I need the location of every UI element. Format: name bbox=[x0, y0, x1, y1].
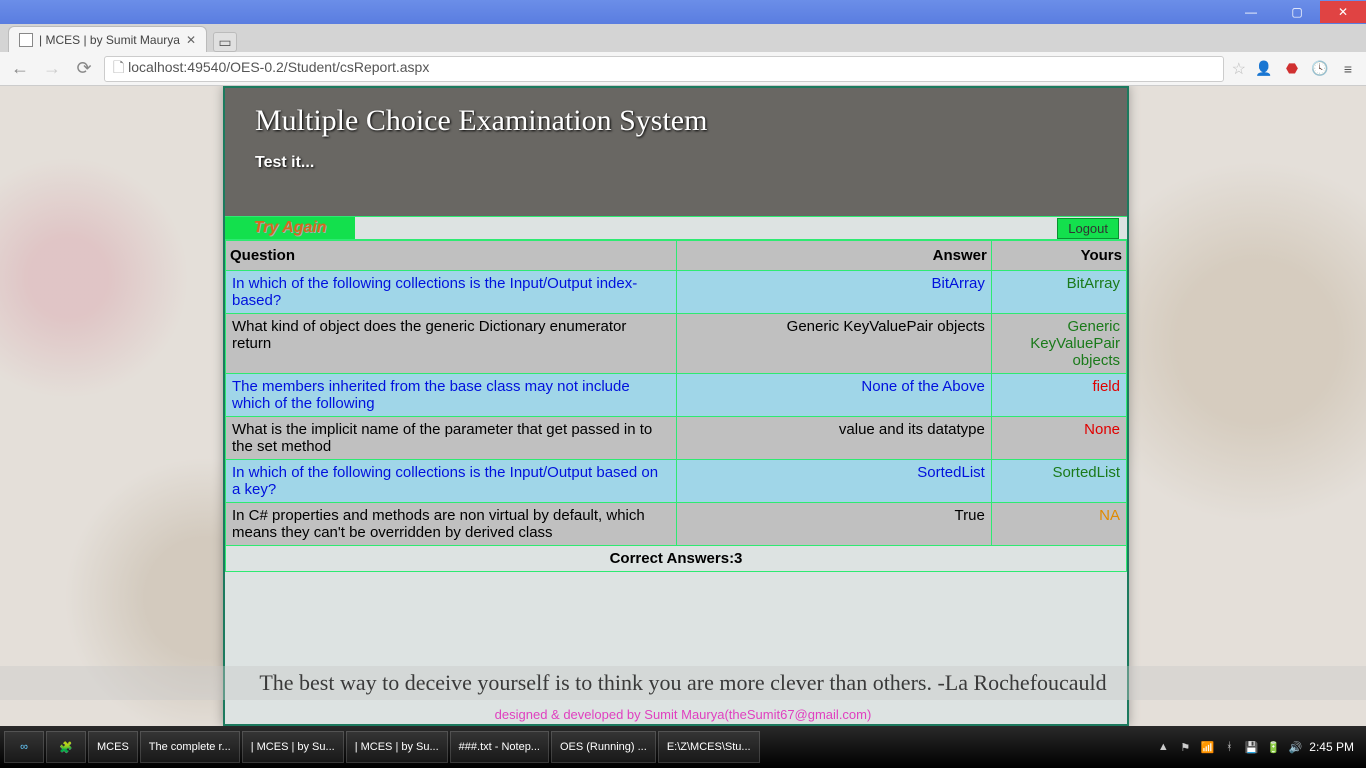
new-tab-button[interactable]: ▭ bbox=[213, 32, 237, 52]
tab-title: | MCES | by Sumit Maurya bbox=[39, 33, 180, 47]
hero-banner: Multiple Choice Examination System Test … bbox=[225, 88, 1127, 216]
browser-tab[interactable]: | MCES | by Sumit Maurya ✕ bbox=[8, 26, 207, 52]
taskbar-item[interactable]: | MCES | by Su... bbox=[242, 731, 344, 763]
tray-bt-icon[interactable]: ᚼ bbox=[1221, 739, 1237, 755]
start-button[interactable]: ∞ bbox=[4, 731, 44, 763]
tray-battery-icon[interactable]: 🔋 bbox=[1265, 739, 1281, 755]
taskbar-item[interactable]: ###.txt - Notep... bbox=[450, 731, 549, 763]
table-row: In which of the following collections is… bbox=[226, 271, 1127, 314]
page-viewport: Multiple Choice Examination System Test … bbox=[0, 86, 1366, 726]
try-again-label: Try Again bbox=[254, 219, 327, 237]
reload-button[interactable]: ⟳ bbox=[72, 57, 96, 81]
cell-answer: BitArray bbox=[676, 271, 991, 314]
table-row: In C# properties and methods are non vir… bbox=[226, 503, 1127, 546]
taskbar-clock[interactable]: 2:45 PM bbox=[1309, 740, 1354, 754]
logout-button[interactable]: Logout bbox=[1057, 218, 1119, 239]
cell-yours: field bbox=[991, 374, 1126, 417]
tray-volume-icon[interactable]: 🔊 bbox=[1287, 739, 1303, 755]
browser-toolbar: ← → ⟳ 🗋 localhost:49540/OES-0.2/Student/… bbox=[0, 52, 1366, 86]
cell-yours: Generic KeyValuePair objects bbox=[991, 314, 1126, 374]
cell-question: In C# properties and methods are non vir… bbox=[226, 503, 677, 546]
taskbar-item[interactable]: | MCES | by Su... bbox=[346, 731, 448, 763]
tab-close-icon[interactable]: ✕ bbox=[186, 33, 196, 47]
app-frame: Multiple Choice Examination System Test … bbox=[223, 86, 1129, 726]
extension-icon-1[interactable]: 👤 bbox=[1254, 59, 1274, 79]
bookmark-star-icon[interactable]: ☆ bbox=[1232, 59, 1246, 79]
cell-yours: BitArray bbox=[991, 271, 1126, 314]
window-minimize[interactable]: — bbox=[1228, 1, 1274, 23]
taskbar-item[interactable]: The complete r... bbox=[140, 731, 240, 763]
app-tagline: Test it... bbox=[255, 154, 1097, 172]
chrome-menu-icon[interactable]: ≡ bbox=[1338, 59, 1358, 79]
cell-question: What kind of object does the generic Dic… bbox=[226, 314, 677, 374]
header-answer: Answer bbox=[676, 241, 991, 271]
url-text: localhost:49540/OES-0.2/Student/csReport… bbox=[128, 59, 429, 75]
address-bar[interactable]: 🗋 localhost:49540/OES-0.2/Student/csRepo… bbox=[104, 56, 1224, 82]
cell-yours: None bbox=[991, 417, 1126, 460]
control-row: Try Again Logout bbox=[225, 216, 1127, 240]
page-icon bbox=[19, 33, 33, 47]
system-tray: ▲ ⚑ 📶 ᚼ 💾 🔋 🔊 2:45 PM bbox=[1155, 739, 1362, 755]
cell-answer: None of the Above bbox=[676, 374, 991, 417]
taskbar-item[interactable]: E:\Z\MCES\Stu... bbox=[658, 731, 760, 763]
cell-answer: True bbox=[676, 503, 991, 546]
cell-yours: NA bbox=[991, 503, 1126, 546]
app-title: Multiple Choice Examination System bbox=[255, 104, 1097, 138]
table-row: What kind of object does the generic Dic… bbox=[226, 314, 1127, 374]
cell-question: In which of the following collections is… bbox=[226, 460, 677, 503]
cell-answer: value and its datatype bbox=[676, 417, 991, 460]
extension-icon-3[interactable]: 🕓 bbox=[1310, 59, 1330, 79]
back-button[interactable]: ← bbox=[8, 57, 32, 81]
browser-tab-strip: | MCES | by Sumit Maurya ✕ ▭ bbox=[0, 24, 1366, 52]
results-table: Question Answer Yours In which of the fo… bbox=[225, 240, 1127, 572]
cell-question: What is the implicit name of the paramet… bbox=[226, 417, 677, 460]
cell-question: The members inherited from the base clas… bbox=[226, 374, 677, 417]
cell-answer: SortedList bbox=[676, 460, 991, 503]
table-row: What is the implicit name of the paramet… bbox=[226, 417, 1127, 460]
tray-flag-icon[interactable]: ▲ bbox=[1155, 739, 1171, 755]
try-again-link[interactable]: Try Again bbox=[225, 217, 355, 239]
window-maximize[interactable]: ▢ bbox=[1274, 1, 1320, 23]
cell-question: In which of the following collections is… bbox=[226, 271, 677, 314]
tray-action-icon[interactable]: ⚑ bbox=[1177, 739, 1193, 755]
window-titlebar: — ▢ ✕ bbox=[0, 0, 1366, 24]
summary-row: Correct Answers:3 bbox=[226, 546, 1127, 572]
tray-network-icon[interactable]: 📶 bbox=[1199, 739, 1215, 755]
taskbar-item[interactable]: OES (Running) ... bbox=[551, 731, 656, 763]
table-row: The members inherited from the base clas… bbox=[226, 374, 1127, 417]
tray-disk-icon[interactable]: 💾 bbox=[1243, 739, 1259, 755]
table-header-row: Question Answer Yours bbox=[226, 241, 1127, 271]
taskbar-item[interactable]: MCES bbox=[88, 731, 138, 763]
header-yours: Yours bbox=[991, 241, 1126, 271]
footer-quote: The best way to deceive yourself is to t… bbox=[0, 666, 1366, 700]
summary-text: Correct Answers:3 bbox=[226, 546, 1127, 572]
cell-yours: SortedList bbox=[991, 460, 1126, 503]
extension-icon-2[interactable]: ⬣ bbox=[1282, 59, 1302, 79]
task-icon-1[interactable]: 🧩 bbox=[46, 731, 86, 763]
window-close[interactable]: ✕ bbox=[1320, 1, 1366, 23]
cell-answer: Generic KeyValuePair objects bbox=[676, 314, 991, 374]
header-question: Question bbox=[226, 241, 677, 271]
table-row: In which of the following collections is… bbox=[226, 460, 1127, 503]
forward-button[interactable]: → bbox=[40, 57, 64, 81]
windows-taskbar: ∞ 🧩 MCESThe complete r...| MCES | by Su.… bbox=[0, 726, 1366, 768]
footer-credit: designed & developed by Sumit Maurya(the… bbox=[0, 707, 1366, 722]
